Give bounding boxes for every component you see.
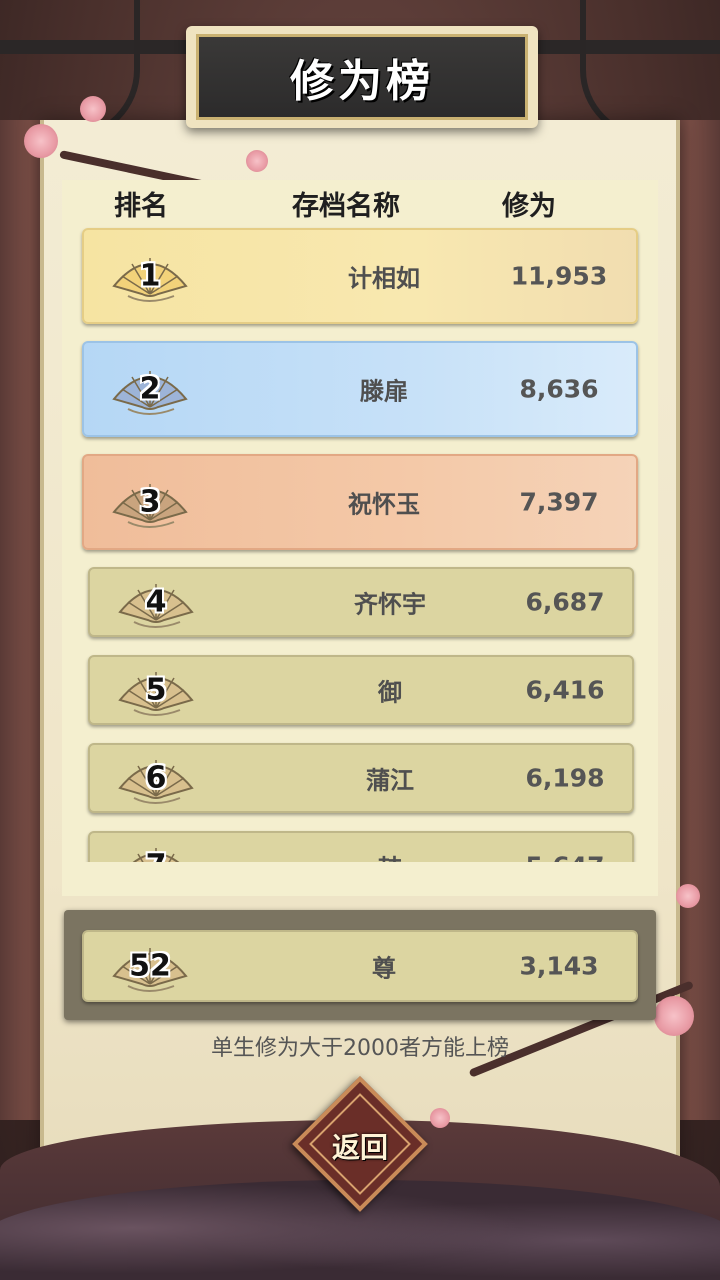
save-name: 祝怀玉 — [348, 490, 420, 519]
leaderboard-row: 2 滕扉 8,636 — [82, 341, 638, 437]
window-lattice-right — [580, 0, 720, 140]
title-frame: 修为榜 — [196, 34, 528, 120]
rank-number: 7 — [114, 849, 198, 863]
cultivation-score: 6,198 — [525, 763, 605, 793]
blossom-icon — [80, 96, 106, 122]
leaderboard-row: 4 齐怀宇 6,687 — [88, 567, 634, 637]
header-name: 存档名称 — [292, 191, 400, 222]
leaderboard-list[interactable]: 1 计相如 11,953 2 滕扉 8,636 3 祝怀玉 7,397 4 齐怀宇 6,687 5 御 6,… — [62, 226, 658, 862]
rank-number: 1 — [139, 258, 161, 294]
save-name: 齐怀宇 — [354, 590, 426, 619]
rank-number: 3 — [139, 484, 161, 520]
blossom-icon — [676, 884, 700, 908]
leaderboard-header: 排名 存档名称 修为 — [62, 180, 658, 224]
cultivation-score: 7,397 — [519, 487, 599, 517]
window-lattice-left — [0, 0, 140, 140]
save-name: 尊 — [372, 954, 396, 983]
self-rank-row: 52 尊 3,143 — [82, 930, 638, 1002]
cultivation-score: 3,143 — [519, 951, 599, 981]
blossom-icon — [430, 1108, 450, 1128]
save-name: 滕扉 — [360, 377, 408, 406]
page-title: 修为榜 — [290, 56, 434, 107]
leaderboard-row: 5 御 6,416 — [88, 655, 634, 725]
rank-number: 5 — [145, 672, 167, 708]
rank-number: 6 — [145, 760, 167, 796]
leaderboard-row: 3 祝怀玉 7,397 — [82, 454, 638, 550]
save-name: 御 — [378, 678, 402, 707]
cultivation-score: 8,636 — [519, 374, 599, 404]
blossom-icon — [24, 124, 58, 158]
save-name: 计相如 — [348, 264, 420, 293]
save-name: 蒲江 — [366, 766, 414, 795]
cultivation-score: 6,416 — [525, 675, 605, 705]
title-plaque: 修为榜 — [186, 26, 538, 128]
leaderboard-row: 1 计相如 11,953 — [82, 228, 638, 324]
blossom-icon — [654, 996, 694, 1036]
header-score: 修为 — [502, 191, 556, 222]
cultivation-score: 6,687 — [525, 587, 605, 617]
cultivation-score: 5,647 — [490, 852, 640, 863]
blossom-icon — [246, 150, 268, 172]
rank-number: 52 — [129, 948, 171, 984]
leaderboard-row: 7韩5,647 — [88, 831, 634, 862]
header-rank: 排名 — [114, 191, 168, 222]
leaderboard-row: 6 蒲江 6,198 — [88, 743, 634, 813]
rank-number: 4 — [145, 584, 167, 620]
rank-requirement-note: 单生修为大于2000者方能上榜 — [211, 1036, 509, 1061]
cultivation-score: 11,953 — [510, 261, 608, 291]
rank-number: 2 — [139, 371, 161, 407]
save-name: 韩 — [290, 849, 490, 863]
